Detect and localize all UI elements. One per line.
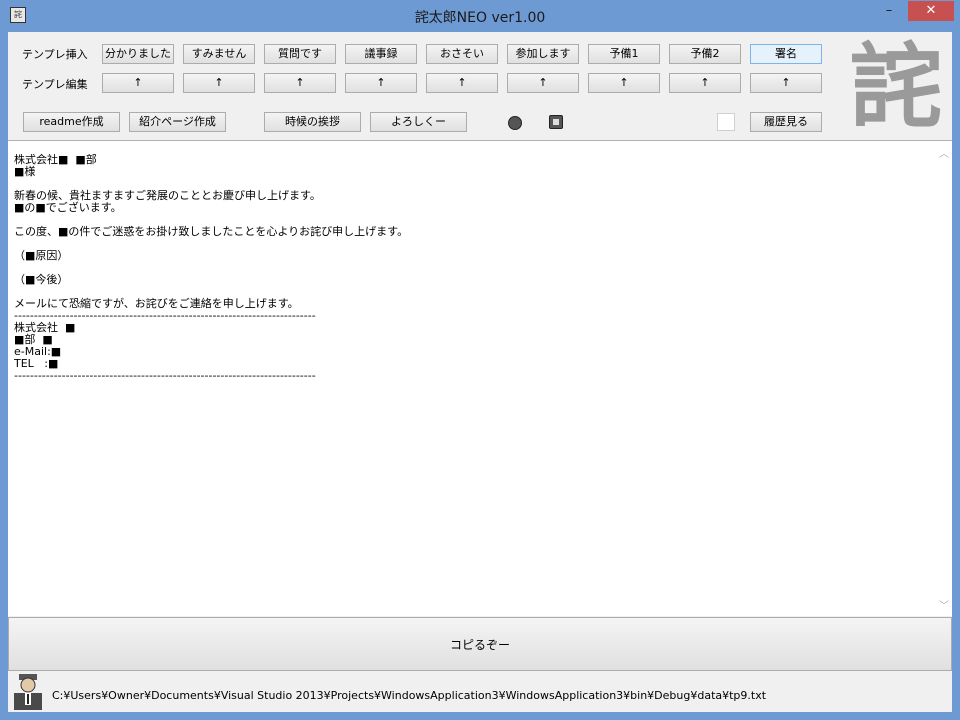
insert-row-label: テンプレ挿入 <box>22 48 88 61</box>
history-button[interactable]: 履歴見る <box>750 112 822 132</box>
intro-page-button[interactable]: 紹介ページ作成 <box>129 112 226 132</box>
copy-button[interactable]: コピるぞー <box>8 617 952 671</box>
message-text[interactable]: 株式会社■ ■部 ■様 新春の候、貴社ますますご発展のこととお慶び申し上げます。… <box>14 154 932 616</box>
avatar-icon <box>14 674 42 710</box>
template-edit-button-6[interactable]: ↑ <box>507 73 579 93</box>
template-insert-button-signature[interactable]: 署名 <box>750 44 822 64</box>
template-edit-button-4[interactable]: ↑ <box>345 73 417 93</box>
template-insert-button-7[interactable]: 予備1 <box>588 44 660 64</box>
stop-icon[interactable] <box>549 115 563 129</box>
template-insert-button-1[interactable]: 分かりました <box>102 44 174 64</box>
app-window: 詫 詫太郎NEO ver1.00 – ✕ テンプレ挿入 テンプレ編集 分かりまし… <box>0 0 960 720</box>
bomb-icon[interactable] <box>508 116 522 130</box>
regards-button[interactable]: よろしくー <box>370 112 467 132</box>
season-greeting-button[interactable]: 時候の挨拶 <box>264 112 361 132</box>
template-insert-button-6[interactable]: 参加します <box>507 44 579 64</box>
template-edit-button-9[interactable]: ↑ <box>750 73 822 93</box>
template-edit-button-7[interactable]: ↑ <box>588 73 660 93</box>
app-logo: 詫 <box>849 32 942 140</box>
title-bar[interactable]: 詫 詫太郎NEO ver1.00 – ✕ <box>0 0 960 32</box>
readme-button[interactable]: readme作成 <box>23 112 120 132</box>
close-button[interactable]: ✕ <box>908 1 954 21</box>
template-insert-button-5[interactable]: おさそい <box>426 44 498 64</box>
status-bar: C:¥Users¥Owner¥Documents¥Visual Studio 2… <box>8 672 952 712</box>
message-editor[interactable]: 株式会社■ ■部 ■様 新春の候、貴社ますますご発展のこととお慶び申し上げます。… <box>8 140 952 616</box>
template-edit-button-8[interactable]: ↑ <box>669 73 741 93</box>
scroll-down-icon[interactable]: ﹀ <box>939 597 949 612</box>
maximize-button-wrap <box>876 1 906 21</box>
template-insert-button-2[interactable]: すみません <box>183 44 255 64</box>
template-edit-button-5[interactable]: ↑ <box>426 73 498 93</box>
edit-row-label: テンプレ編集 <box>22 78 88 91</box>
window-title: 詫太郎NEO ver1.00 <box>414 10 546 26</box>
toolbar: テンプレ挿入 テンプレ編集 分かりました すみません 質問です 議事録 おさそい… <box>8 32 952 140</box>
template-insert-button-3[interactable]: 質問です <box>264 44 336 64</box>
option-checkbox[interactable] <box>717 113 735 131</box>
file-path: C:¥Users¥Owner¥Documents¥Visual Studio 2… <box>52 689 767 702</box>
template-edit-button-1[interactable]: ↑ <box>102 73 174 93</box>
scroll-up-icon[interactable]: ︿ <box>939 145 949 160</box>
client-area: テンプレ挿入 テンプレ編集 分かりました すみません 質問です 議事録 おさそい… <box>8 32 952 712</box>
template-edit-button-2[interactable]: ↑ <box>183 73 255 93</box>
editor-scrollbar[interactable]: ︿ ﹀ <box>936 141 952 616</box>
template-edit-button-3[interactable]: ↑ <box>264 73 336 93</box>
template-insert-button-8[interactable]: 予備2 <box>669 44 741 64</box>
template-insert-button-4[interactable]: 議事録 <box>345 44 417 64</box>
